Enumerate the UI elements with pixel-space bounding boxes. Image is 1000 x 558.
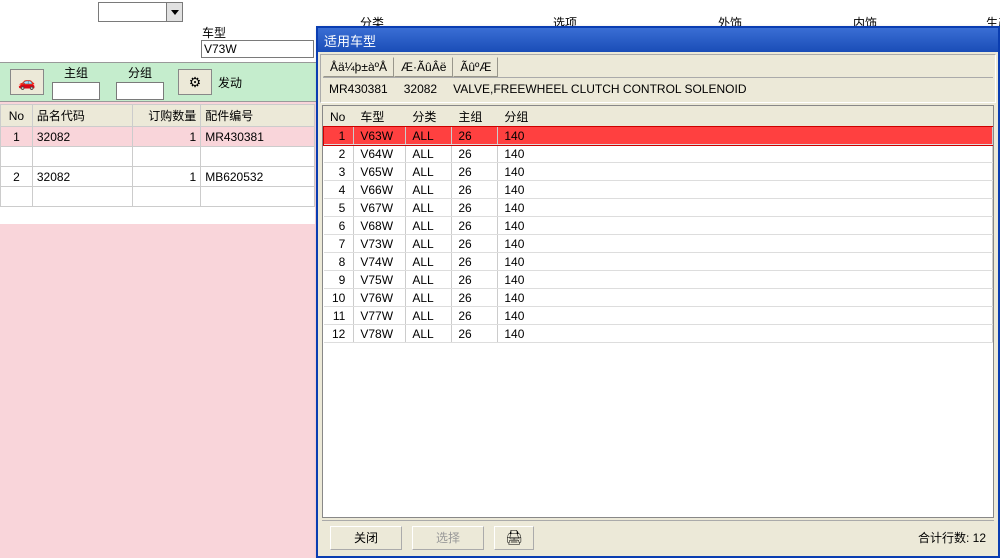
- models-row[interactable]: 12V78WALL26140: [324, 325, 993, 343]
- table-row-blank: [1, 187, 315, 207]
- hc-partno[interactable]: Åä¼þ±àºÅ: [323, 57, 394, 77]
- models-row[interactable]: 11V77WALL26140: [324, 307, 993, 325]
- models-row[interactable]: 1V63WALL26140: [324, 127, 993, 145]
- mcol-model[interactable]: 车型: [354, 107, 406, 127]
- gear-icon-button[interactable]: ⚙: [178, 69, 212, 95]
- models-header-row: No 车型 分类 主组 分组: [324, 107, 993, 127]
- main-group-input[interactable]: [52, 82, 100, 100]
- mcol-sub[interactable]: 分组: [498, 107, 993, 127]
- dialog-footer: 关闭 选择 🖨 合计行数: 12: [322, 520, 994, 554]
- dialog-body: No 车型 分类 主组 分组 1V63WALL261402V64WALL2614…: [322, 105, 994, 518]
- mcol-main[interactable]: 主组: [452, 107, 498, 127]
- models-row[interactable]: 10V76WALL26140: [324, 289, 993, 307]
- hc-name[interactable]: ÃûºÆ: [453, 57, 498, 77]
- models-row[interactable]: 8V74WALL26140: [324, 253, 993, 271]
- models-row[interactable]: 7V73WALL26140: [324, 235, 993, 253]
- table-row-blank: [1, 147, 315, 167]
- toolbar-right-label: 发动: [218, 74, 242, 91]
- dialog-title: 适用车型: [318, 28, 998, 52]
- col-code[interactable]: 品名代码: [32, 105, 132, 127]
- models-row[interactable]: 6V68WALL26140: [324, 217, 993, 235]
- bg-table-wrap: No 品名代码 订购数量 配件编号 1320821MR430381 2320821…: [0, 104, 315, 224]
- sub-group-label: 分组: [128, 64, 152, 81]
- chevron-down-icon: [166, 3, 182, 21]
- hc-code[interactable]: Æ·ÃûÂë: [394, 57, 453, 77]
- info-partno: MR430381: [329, 82, 388, 96]
- total-label: 合计行数:: [918, 531, 973, 545]
- col-no[interactable]: No: [1, 105, 33, 127]
- info-name: VALVE,FREEWHEEL CLUTCH CONTROL SOLENOID: [453, 82, 746, 96]
- select-button: 选择: [412, 526, 484, 550]
- applicable-models-dialog: 适用车型 Åä¼þ±àºÅ Æ·ÃûÂë ÃûºÆ MR430381 32082…: [316, 26, 1000, 558]
- dialog-header-panel: Åä¼þ±àºÅ Æ·ÃûÂë ÃûºÆ MR430381 32082 VALV…: [320, 54, 996, 103]
- bg-combo[interactable]: [98, 2, 183, 22]
- col-qty[interactable]: 订购数量: [132, 105, 200, 127]
- total-value: 12: [973, 531, 986, 545]
- table-header-row: No 品名代码 订购数量 配件编号: [1, 105, 315, 127]
- dialog-header-cols: Åä¼þ±àºÅ Æ·ÃûÂë ÃûºÆ: [323, 57, 993, 78]
- models-row[interactable]: 4V66WALL26140: [324, 181, 993, 199]
- bg-parts-table: No 品名代码 订购数量 配件编号 1320821MR430381 2320821…: [0, 104, 315, 207]
- models-row[interactable]: 3V65WALL26140: [324, 163, 993, 181]
- models-row[interactable]: 5V67WALL26140: [324, 199, 993, 217]
- total-count: 合计行数: 12: [918, 529, 986, 546]
- print-icon-button[interactable]: 🖨: [494, 526, 534, 550]
- info-code: 32082: [404, 82, 437, 96]
- dialog-header-info: MR430381 32082 VALVE,FREEWHEEL CLUTCH CO…: [323, 78, 993, 100]
- close-button[interactable]: 关闭: [330, 526, 402, 550]
- sub-group-input[interactable]: [116, 82, 164, 100]
- models-row[interactable]: 2V64WALL26140: [324, 145, 993, 163]
- vehicle-label: 车型: [202, 24, 226, 41]
- models-row[interactable]: 9V75WALL26140: [324, 271, 993, 289]
- col-part[interactable]: 配件编号: [201, 105, 315, 127]
- models-table: No 车型 分类 主组 分组 1V63WALL261402V64WALL2614…: [323, 106, 993, 343]
- car-icon-button[interactable]: 🚗: [10, 69, 44, 95]
- table-row[interactable]: 1320821MR430381: [1, 127, 315, 147]
- mcol-no[interactable]: No: [324, 107, 354, 127]
- mcol-cat[interactable]: 分类: [406, 107, 452, 127]
- vehicle-input[interactable]: [201, 40, 314, 58]
- main-group-label: 主组: [64, 64, 88, 81]
- table-row[interactable]: 2320821MB620532: [1, 167, 315, 187]
